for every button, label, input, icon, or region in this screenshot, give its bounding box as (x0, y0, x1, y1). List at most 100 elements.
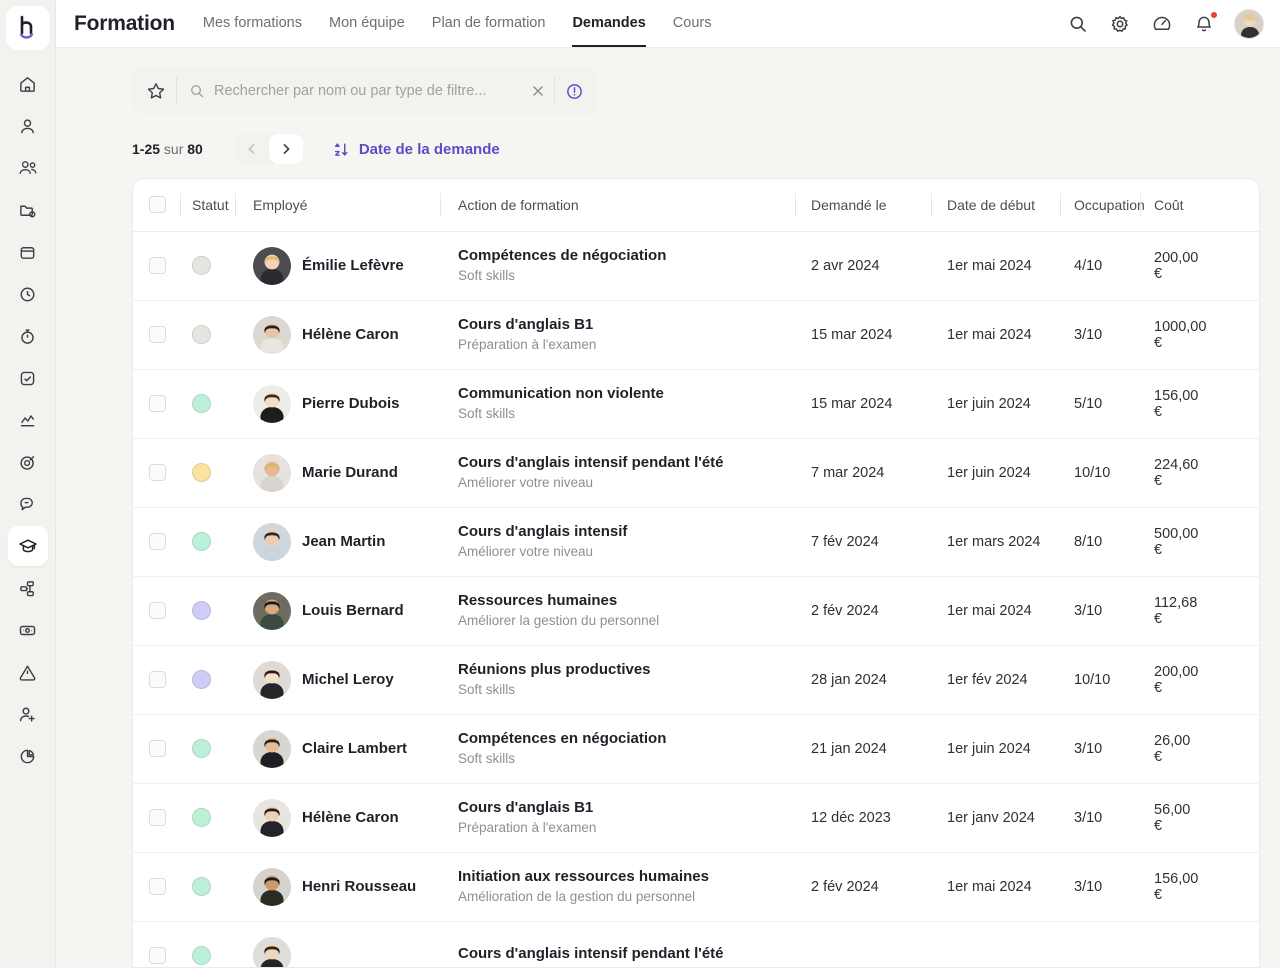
sidebar-item-analytique[interactable] (8, 736, 48, 776)
employee-name[interactable]: Jean Martin (302, 533, 385, 550)
column-header-demande-le[interactable]: Demandé le (795, 179, 931, 232)
status-badge[interactable] (192, 670, 211, 689)
status-badge[interactable] (192, 325, 211, 344)
gear-icon[interactable] (1108, 12, 1132, 36)
row-checkbox[interactable] (149, 464, 166, 481)
employee-name[interactable]: Michel Leroy (302, 671, 394, 688)
status-badge[interactable] (192, 463, 211, 482)
clear-search-icon[interactable] (531, 84, 545, 98)
search-input[interactable] (214, 83, 522, 99)
row-checkbox[interactable] (149, 809, 166, 826)
column-header-employe[interactable]: Employé (235, 179, 440, 232)
sidebar-item-profil[interactable] (8, 106, 48, 146)
app-logo[interactable] (5, 6, 50, 50)
tab-cours[interactable]: Cours (673, 0, 712, 47)
table-row[interactable]: Hélène Caron Cours d'anglais B1 Préparat… (133, 783, 1259, 853)
sort-control[interactable]: Date de la demande (333, 141, 500, 158)
prev-page-button[interactable] (235, 134, 269, 164)
employee-name[interactable]: Louis Bernard (302, 602, 404, 619)
table-row[interactable]: Cours d'anglais intensif pendant l'été (133, 921, 1259, 967)
sidebar-item-formation[interactable] (7, 526, 48, 566)
status-badge[interactable] (192, 532, 211, 551)
table-row[interactable]: Émilie Lefèvre Compétences de négociatio… (133, 231, 1259, 301)
table-row[interactable]: Henri Rousseau Initiation aux ressources… (133, 852, 1259, 922)
table-row[interactable]: Hélène Caron Cours d'anglais B1 Préparat… (133, 300, 1259, 370)
row-checkbox[interactable] (149, 533, 166, 550)
training-title[interactable]: Réunions plus productives (458, 661, 795, 680)
column-header-date-debut[interactable]: Date de début (931, 179, 1060, 232)
table-row[interactable]: Claire Lambert Compétences en négociatio… (133, 714, 1259, 784)
training-title[interactable]: Cours d'anglais intensif pendant l'été (458, 945, 795, 964)
employee-name[interactable]: Pierre Dubois (302, 395, 400, 412)
sidebar-item-temps[interactable] (8, 316, 48, 356)
training-title[interactable]: Compétences en négociation (458, 730, 795, 749)
column-header-cout[interactable]: Coût (1140, 179, 1259, 232)
row-checkbox[interactable] (149, 947, 166, 965)
training-title[interactable]: Initiation aux ressources humaines (458, 868, 795, 887)
sidebar-item-messages[interactable] (8, 484, 48, 524)
sidebar-item-objectifs[interactable] (8, 442, 48, 482)
employee-name[interactable]: Hélène Caron (302, 326, 399, 343)
row-checkbox[interactable] (149, 326, 166, 343)
row-employee-cell: Marie Durand (235, 438, 440, 508)
row-checkbox[interactable] (149, 395, 166, 412)
row-checkbox[interactable] (149, 257, 166, 274)
tab-plan-de-formation[interactable]: Plan de formation (432, 0, 546, 47)
tab-demandes[interactable]: Demandes (572, 0, 646, 47)
status-badge[interactable] (192, 877, 211, 896)
table-row[interactable]: Jean Martin Cours d'anglais intensif Amé… (133, 507, 1259, 577)
column-header-action[interactable]: Action de formation (440, 179, 795, 232)
avatar[interactable] (1234, 8, 1264, 39)
sidebar-item-equipe[interactable] (8, 148, 48, 188)
column-header-statut[interactable]: Statut (180, 179, 235, 232)
column-header-occupation[interactable]: Occupation (1060, 179, 1145, 232)
sidebar-item-organigramme[interactable] (8, 568, 48, 608)
training-title[interactable]: Cours d'anglais B1 (458, 799, 795, 818)
sidebar-item-accueil[interactable] (8, 64, 48, 104)
row-select-cell (133, 438, 180, 508)
status-badge[interactable] (192, 808, 211, 827)
sidebar-item-ajouter-employe[interactable] (8, 694, 48, 734)
employee-name[interactable]: Henri Rousseau (302, 878, 416, 895)
sidebar-item-rapports[interactable] (8, 400, 48, 440)
employee-name[interactable]: Marie Durand (302, 464, 398, 481)
next-page-button[interactable] (268, 134, 303, 164)
row-checkbox[interactable] (149, 671, 166, 688)
table-row[interactable]: Marie Durand Cours d'anglais intensif pe… (133, 438, 1259, 508)
training-title[interactable]: Communication non violente (458, 385, 795, 404)
table-row[interactable]: Michel Leroy Réunions plus productives S… (133, 645, 1259, 715)
status-badge[interactable] (192, 739, 211, 758)
sidebar-item-calendrier[interactable] (8, 232, 48, 272)
training-title[interactable]: Cours d'anglais intensif pendant l'été (458, 454, 795, 473)
row-checkbox[interactable] (149, 878, 166, 895)
sidebar-item-taches[interactable] (8, 358, 48, 398)
row-checkbox[interactable] (149, 740, 166, 757)
favorite-star-icon[interactable] (138, 73, 174, 109)
table-row[interactable]: Pierre Dubois Communication non violente… (133, 369, 1259, 439)
employee-name[interactable]: Hélène Caron (302, 809, 399, 826)
status-badge[interactable] (192, 256, 211, 275)
status-badge[interactable] (192, 394, 211, 413)
training-title[interactable]: Ressources humaines (458, 592, 795, 611)
status-badge[interactable] (192, 601, 211, 620)
sidebar-item-conges[interactable] (8, 274, 48, 314)
speedometer-icon[interactable] (1150, 12, 1174, 36)
bell-icon[interactable] (1192, 10, 1218, 36)
tab-mon-equipe[interactable]: Mon équipe (329, 0, 405, 47)
info-icon[interactable] (557, 74, 591, 108)
training-title[interactable]: Cours d'anglais intensif (458, 523, 795, 542)
employee-name[interactable]: Émilie Lefèvre (302, 257, 404, 274)
sidebar-item-paie[interactable] (8, 610, 48, 650)
row-status-cell (180, 507, 235, 577)
select-all-checkbox[interactable] (149, 196, 166, 214)
tab-mes-formations[interactable]: Mes formations (203, 0, 302, 47)
sidebar-item-recrutement[interactable] (8, 190, 48, 230)
sidebar-item-alertes[interactable] (8, 652, 48, 692)
table-row[interactable]: Louis Bernard Ressources humaines Amélio… (133, 576, 1259, 646)
status-badge[interactable] (192, 946, 211, 966)
search-icon[interactable] (1066, 12, 1090, 36)
training-title[interactable]: Compétences de négociation (458, 247, 795, 266)
training-title[interactable]: Cours d'anglais B1 (458, 316, 795, 335)
row-checkbox[interactable] (149, 602, 166, 619)
employee-name[interactable]: Claire Lambert (302, 740, 407, 757)
